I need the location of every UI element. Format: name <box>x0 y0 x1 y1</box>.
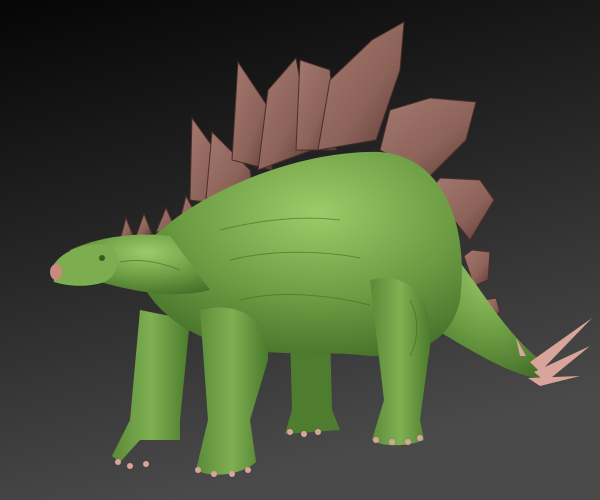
stegosaurus-render <box>0 0 600 500</box>
snout-beak <box>50 264 62 280</box>
eye <box>99 255 105 261</box>
